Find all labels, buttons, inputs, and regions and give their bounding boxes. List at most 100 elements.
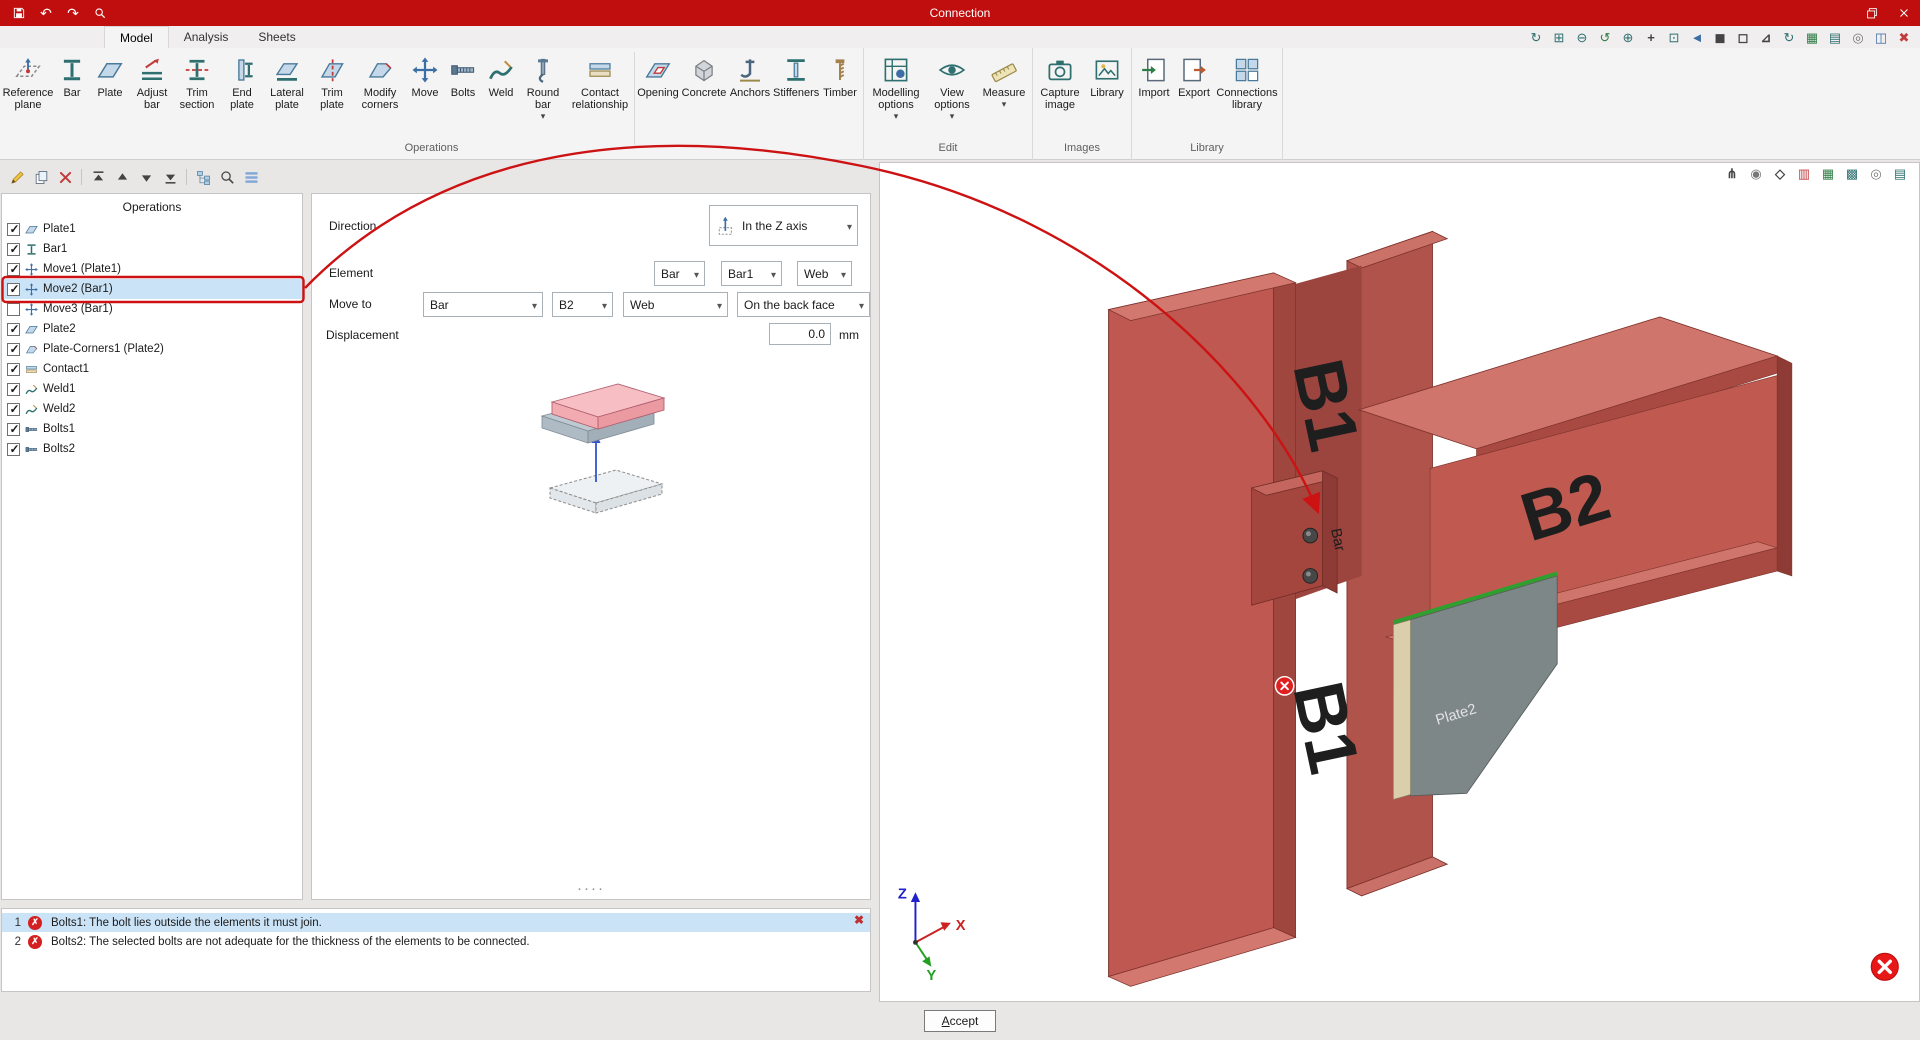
ribbon-button-reference-plane[interactable]: Reference plane <box>2 50 54 140</box>
restore-window-icon[interactable] <box>1856 0 1888 26</box>
panel-resize-handle[interactable] <box>577 884 605 894</box>
move-down-icon[interactable] <box>135 166 157 188</box>
grid-toggle-icon[interactable]: ▦ <box>1802 28 1822 47</box>
ribbon-button-concrete[interactable]: Concrete <box>681 50 727 140</box>
tree-item-weld1[interactable]: Weld1 <box>2 379 302 399</box>
ribbon-button-round-bar[interactable]: Round bar <box>520 50 566 140</box>
regenerate-icon[interactable]: ↻ <box>1779 28 1799 47</box>
tree-item-plate2[interactable]: Plate2 <box>2 319 302 339</box>
rotate-view-icon[interactable]: ↻ <box>1526 28 1546 47</box>
tree-item-plate1[interactable]: Plate1 <box>2 219 302 239</box>
tree-item-move1[interactable]: Move1 (Plate1) <box>2 259 302 279</box>
tree-item-bolts1[interactable]: Bolts1 <box>2 419 302 439</box>
edit-icon[interactable] <box>6 166 28 188</box>
close-messages-icon[interactable] <box>854 914 864 926</box>
ribbon-button-modify-corners[interactable]: Modify corners <box>354 50 406 140</box>
move-bottom-icon[interactable] <box>159 166 181 188</box>
tab-model[interactable]: Model <box>104 26 169 48</box>
checkbox[interactable] <box>7 263 20 276</box>
element-part-select[interactable]: Web <box>797 261 852 286</box>
ribbon-button-view-options[interactable]: View options <box>926 50 978 140</box>
previous-view-icon[interactable]: ◄ <box>1687 28 1707 47</box>
ribbon-button-weld[interactable]: Weld <box>482 50 520 140</box>
ribbon-button-export[interactable]: Export <box>1174 50 1214 140</box>
ribbon-button-contact-relationship[interactable]: Contact relationship <box>566 50 634 140</box>
displacement-input[interactable]: 0.0 <box>769 323 831 345</box>
tree-item-bar1[interactable]: Bar1 <box>2 239 302 259</box>
clip-view-icon[interactable]: ◇ <box>1771 165 1789 183</box>
move-to-type-select[interactable]: Bar <box>423 292 543 317</box>
move-to-face-select[interactable]: On the back face <box>737 292 870 317</box>
ribbon-button-connections-library[interactable]: Connections library <box>1214 50 1280 140</box>
search-icon[interactable] <box>216 166 238 188</box>
message-row[interactable]: 1 Bolts1: The bolt lies outside the elem… <box>2 913 870 932</box>
copy-icon[interactable] <box>30 166 52 188</box>
pan-view-icon[interactable]: + <box>1641 28 1661 47</box>
settings-icon[interactable] <box>240 166 262 188</box>
plates-filter-icon[interactable]: ▩ <box>1843 165 1861 183</box>
checkbox[interactable] <box>7 283 20 296</box>
view-orientation-icon[interactable]: ⋔ <box>1723 165 1741 183</box>
save-icon[interactable] <box>10 4 28 22</box>
bar-stub[interactable]: Bar <box>1252 471 1348 605</box>
accept-button[interactable]: Accept <box>924 1010 996 1032</box>
members-filter-icon[interactable]: ▥ <box>1795 165 1813 183</box>
ribbon-button-end-plate[interactable]: End plate <box>220 50 264 140</box>
checkbox[interactable] <box>7 403 20 416</box>
tab-sheets[interactable]: Sheets <box>243 26 310 48</box>
wireframe-view-icon[interactable]: ◻ <box>1733 28 1753 47</box>
tree-item-plate-corners1[interactable]: Plate-Corners1 (Plate2) <box>2 339 302 359</box>
checkbox[interactable] <box>7 443 20 456</box>
ribbon-button-timber[interactable]: Timber <box>819 50 861 140</box>
ribbon-button-move[interactable]: Move <box>406 50 444 140</box>
ribbon-button-lateral-plate[interactable]: Lateral plate <box>264 50 310 140</box>
delete-icon[interactable] <box>54 166 76 188</box>
search-icon[interactable] <box>91 4 109 22</box>
projection-icon[interactable]: ◉ <box>1747 165 1765 183</box>
comments-icon[interactable]: ◫ <box>1871 28 1891 47</box>
ribbon-button-image-library[interactable]: Library <box>1085 50 1129 140</box>
ribbon-button-opening[interactable]: Opening <box>635 50 681 140</box>
zoom-in-icon[interactable]: ⊕ <box>1618 28 1638 47</box>
move-top-icon[interactable] <box>87 166 109 188</box>
checkbox[interactable] <box>7 343 20 356</box>
zoom-window-icon[interactable]: ⊞ <box>1549 28 1569 47</box>
ribbon-button-adjust-bar[interactable]: Adjust bar <box>130 50 174 140</box>
ribbon-button-bolts[interactable]: Bolts <box>444 50 482 140</box>
refresh-view-icon[interactable]: ↺ <box>1595 28 1615 47</box>
ribbon-button-stiffeners[interactable]: Stiffeners <box>773 50 819 140</box>
ribbon-button-bar[interactable]: Bar <box>54 50 90 140</box>
checkbox[interactable] <box>7 363 20 376</box>
close-view-icon[interactable]: ✖ <box>1894 28 1914 47</box>
ribbon-button-modelling-options[interactable]: Modelling options <box>866 50 926 140</box>
ribbon-button-trim-plate[interactable]: Trim plate <box>310 50 354 140</box>
tree-item-contact1[interactable]: Contact1 <box>2 359 302 379</box>
undo-icon[interactable]: ↶ <box>37 4 55 22</box>
tree-item-weld2[interactable]: Weld2 <box>2 399 302 419</box>
tree-view-icon[interactable] <box>192 166 214 188</box>
tree-item-bolts2[interactable]: Bolts2 <box>2 439 302 459</box>
close-window-icon[interactable] <box>1888 0 1920 26</box>
layers-icon[interactable]: ▤ <box>1825 28 1845 47</box>
checkbox[interactable] <box>7 223 20 236</box>
direction-select[interactable]: In the Z axis <box>709 205 858 246</box>
checkbox[interactable] <box>7 303 20 316</box>
tree-item-move3[interactable]: Move3 (Bar1) <box>2 299 302 319</box>
3d-scene[interactable]: Plate2 Bar B1 B1 B2 <box>880 163 1919 1001</box>
redo-icon[interactable]: ↷ <box>64 4 82 22</box>
checkbox[interactable] <box>7 423 20 436</box>
tree-item-move2[interactable]: Move2 (Bar1) <box>2 279 302 299</box>
mesh-toggle-icon[interactable]: ▦ <box>1819 165 1837 183</box>
checkbox[interactable] <box>7 323 20 336</box>
move-up-icon[interactable] <box>111 166 133 188</box>
measure-angle-icon[interactable]: ⊿ <box>1756 28 1776 47</box>
ribbon-button-measure[interactable]: Measure <box>978 50 1030 140</box>
move-to-name-select[interactable]: B2 <box>552 292 613 317</box>
viewport-error-indicator[interactable] <box>1871 953 1898 980</box>
ribbon-button-import[interactable]: Import <box>1134 50 1174 140</box>
message-row[interactable]: 2 Bolts2: The selected bolts are not ade… <box>2 932 870 951</box>
error-badge[interactable] <box>1275 677 1293 695</box>
visibility-icon[interactable]: ◎ <box>1848 28 1868 47</box>
column-b1[interactable] <box>1109 273 1296 986</box>
tab-analysis[interactable]: Analysis <box>169 26 244 48</box>
